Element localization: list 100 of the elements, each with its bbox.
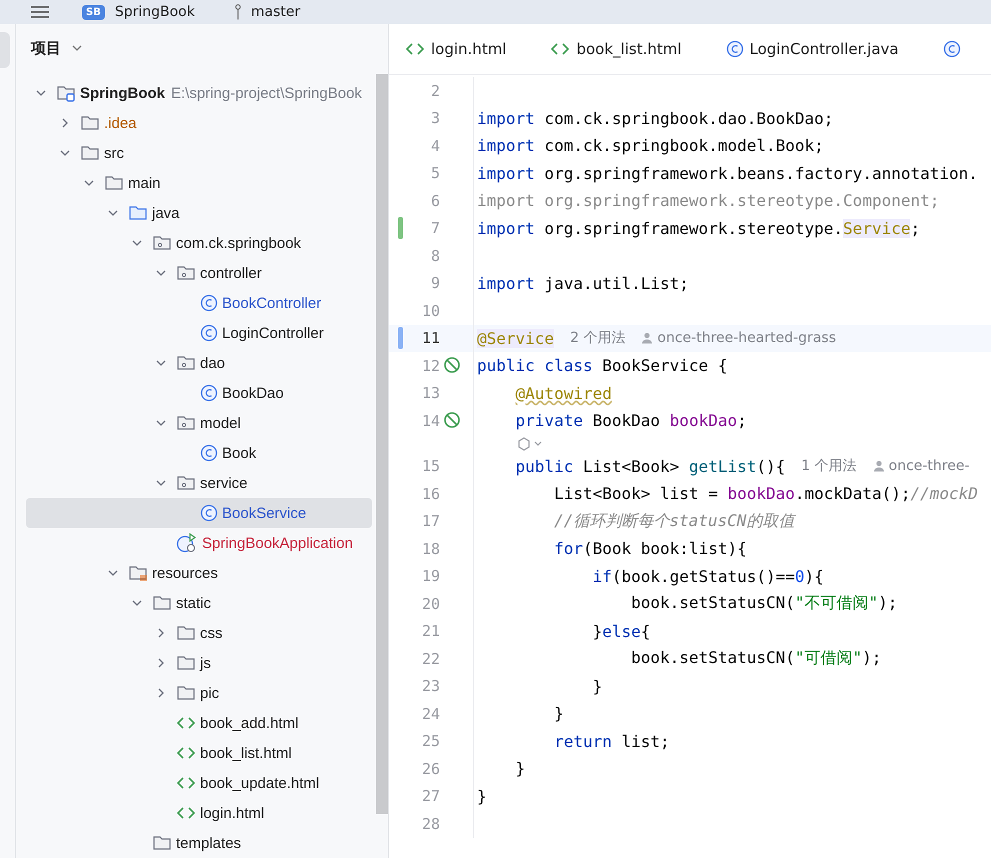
change-marker[interactable]: [398, 327, 403, 350]
line-number: 5: [430, 164, 440, 182]
item-label: resources: [152, 564, 218, 582]
code-line: //循环判断每个statusCN的取值: [553, 510, 794, 532]
line-number: 7: [430, 219, 440, 238]
bean-icon[interactable]: [443, 356, 463, 376]
item-label: model: [200, 414, 241, 432]
chevron-down-icon[interactable]: [71, 44, 83, 52]
folder-icon: [176, 654, 196, 672]
item-label: templates: [176, 834, 242, 852]
line-number: 28: [420, 814, 440, 833]
item-label: login.html: [200, 804, 264, 822]
tree-item[interactable]: css: [26, 618, 372, 648]
tree-item[interactable]: book_list.html: [26, 738, 372, 768]
folder-icon: [104, 174, 124, 192]
html-icon: [405, 41, 425, 57]
html-icon: [176, 745, 196, 761]
tree-item[interactable]: book_update.html: [26, 768, 372, 798]
item-label: java: [152, 204, 180, 222]
editor-tab[interactable]: login.html: [389, 24, 534, 74]
line-number: 27: [420, 787, 440, 806]
author-hint[interactable]: once-three-: [888, 458, 970, 474]
line-number: 8: [430, 246, 440, 265]
editor-tab[interactable]: LoginController.java: [710, 24, 927, 74]
project-path: E:\spring-project\SpringBook: [171, 84, 362, 102]
tree-item[interactable]: SpringBookApplication: [26, 528, 372, 558]
tree-item[interactable]: dao: [26, 348, 372, 378]
line-number: 13: [420, 384, 440, 402]
change-marker[interactable]: [398, 217, 403, 240]
line-number: 21: [420, 622, 440, 640]
package-icon: [152, 234, 172, 252]
code-line: import java.util.List;: [477, 274, 689, 293]
item-label: book_update.html: [200, 774, 320, 792]
line-number: 20: [420, 594, 440, 613]
line-number: 25: [420, 732, 440, 750]
folder-icon: [152, 834, 172, 852]
code-line: import org.springframework.beans.factory.annotation.: [477, 164, 978, 183]
author-hint[interactable]: once-three-hearted-grass: [657, 330, 836, 346]
folder-icon: [152, 594, 172, 612]
item-label: book_add.html: [200, 714, 298, 732]
usages-hint[interactable]: 1 个用法: [801, 457, 857, 476]
tree-item[interactable]: templates: [26, 828, 372, 858]
bean-icon[interactable]: [443, 411, 463, 431]
folder-icon: [80, 144, 100, 162]
tree-item[interactable]: static: [26, 588, 372, 618]
code-line: book.setStatusCN("不可借阅");: [630, 593, 898, 614]
tree-item[interactable]: js: [26, 648, 372, 678]
project-selector[interactable]: SpringBook: [112, 4, 197, 20]
tree-item[interactable]: main: [26, 168, 372, 198]
tree-item[interactable]: BookDao: [26, 378, 372, 408]
tree-item[interactable]: BookService: [26, 498, 372, 528]
line-number: 17: [420, 512, 440, 530]
tree-item[interactable]: SpringBook E:\spring-project\SpringBook: [26, 78, 372, 108]
tree-item[interactable]: login.html: [26, 798, 372, 828]
code-line: }: [514, 759, 526, 778]
folder-icon: [176, 624, 196, 642]
item-label: book_list.html: [200, 744, 292, 762]
menu-icon[interactable]: [30, 5, 50, 19]
project-badge: SB: [82, 4, 105, 20]
tree-item[interactable]: controller: [26, 258, 372, 288]
line-number: 24: [420, 704, 440, 723]
code-line: List<Book> list = bookDao.mockData();//mockD: [553, 484, 978, 504]
code-line: }else{: [592, 622, 650, 641]
code-line: public List<Book> getList(){: [514, 456, 786, 476]
tree-item[interactable]: model: [26, 408, 372, 438]
item-label: src: [104, 144, 124, 162]
item-label: SpringBook: [80, 84, 165, 102]
editor-tab[interactable]: book_list.html: [534, 24, 710, 74]
code-line: private BookDao bookDao;: [514, 411, 747, 430]
html-icon: [550, 41, 570, 57]
tree-item[interactable]: src: [26, 138, 372, 168]
tree-item[interactable]: .idea: [26, 108, 372, 138]
html-icon: [176, 805, 196, 821]
usages-hint[interactable]: 2 个用法: [570, 329, 626, 348]
scrollbar[interactable]: [376, 74, 388, 814]
code-line: for(Book book:list){: [553, 539, 747, 558]
tree-item[interactable]: BookController: [26, 288, 372, 318]
tree-item[interactable]: resources: [26, 558, 372, 588]
item-label: pic: [200, 684, 220, 702]
class-icon: [200, 504, 218, 522]
line-number: 16: [420, 484, 440, 503]
tree-item[interactable]: service: [26, 468, 372, 498]
code-line: import org.springframework.stereotype.Service;: [477, 218, 920, 238]
tree-item[interactable]: book_add.html: [26, 708, 372, 738]
tree-item[interactable]: com.ck.springbook: [26, 228, 372, 258]
code-line: public class BookService {: [477, 356, 728, 376]
branch-selector[interactable]: master: [248, 4, 302, 20]
line-number: 3: [430, 109, 440, 128]
tree-item[interactable]: Book: [26, 438, 372, 468]
application-icon: [176, 533, 198, 553]
panel-title[interactable]: 项目: [31, 38, 61, 58]
tree-item[interactable]: LoginController: [26, 318, 372, 348]
line-number: 11: [420, 329, 440, 348]
line-number: 9: [430, 274, 440, 292]
tree-item[interactable]: pic: [26, 678, 372, 708]
item-label: com.ck.springbook: [176, 234, 302, 252]
item-label: BookService: [222, 504, 306, 522]
line-number: 12: [420, 356, 440, 375]
item-label: main: [128, 174, 161, 192]
tree-item[interactable]: java: [26, 198, 372, 228]
